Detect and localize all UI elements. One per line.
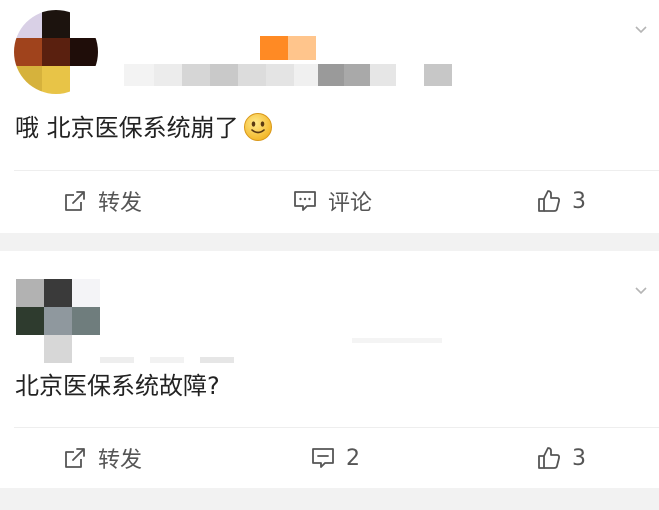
post-content: 北京医保系统故障? — [15, 370, 220, 402]
avatar[interactable] — [16, 279, 100, 363]
like-count: 3 — [572, 188, 586, 214]
repost-label: 转发 — [98, 191, 143, 216]
repost-icon — [65, 191, 85, 211]
feed-separator — [0, 488, 659, 510]
smile-emoji-icon — [243, 113, 272, 141]
avatar[interactable] — [14, 10, 98, 94]
comment-count: 2 — [346, 445, 360, 471]
post-content: 哦 北京医保系统崩了 — [15, 112, 273, 144]
repost-label: 转发 — [98, 448, 143, 473]
chevron-down-icon[interactable] — [635, 24, 647, 36]
action-bar: 转发 评论 3 — [0, 171, 659, 231]
post-card: 哦 北京医保系统崩了 转发 评论 3 — [0, 0, 659, 233]
post-card: 北京医保系统故障? 转发 2 3 — [0, 251, 659, 488]
like-button[interactable]: 3 — [536, 428, 586, 488]
comment-button[interactable]: 评论 — [292, 171, 372, 231]
chevron-down-icon[interactable] — [635, 285, 647, 297]
post-text: 哦 北京医保系统崩了 — [15, 114, 239, 142]
post-text: 北京医保系统故障? — [15, 372, 220, 400]
thumbs-up-icon — [538, 447, 560, 469]
thumbs-up-icon — [538, 190, 560, 212]
repost-button[interactable]: 转发 — [62, 428, 142, 488]
comment-icon — [312, 448, 334, 468]
repost-icon — [65, 448, 85, 468]
like-count: 3 — [572, 445, 586, 471]
comment-icon — [294, 191, 316, 211]
repost-button[interactable]: 转发 — [62, 171, 142, 231]
comment-label: 评论 — [328, 191, 373, 216]
comment-button[interactable]: 2 — [310, 428, 360, 488]
feed-separator — [0, 233, 659, 251]
action-bar: 转发 2 3 — [0, 428, 659, 488]
like-button[interactable]: 3 — [536, 171, 586, 231]
